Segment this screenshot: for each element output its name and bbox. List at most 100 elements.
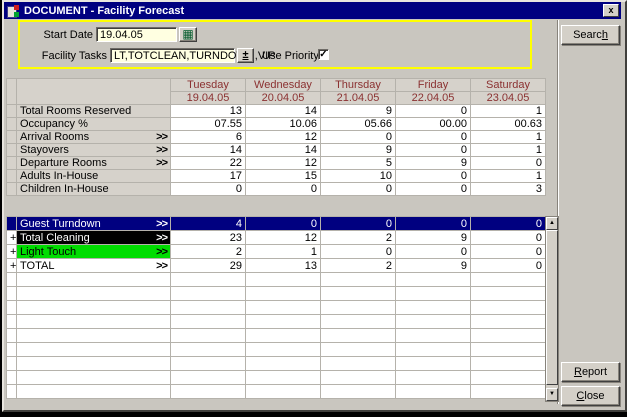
forecast-table: TuesdayWednesdayThursdayFridaySaturday19…	[6, 78, 546, 196]
task-value-cell[interactable]: 12	[246, 231, 321, 245]
row-gutter	[7, 183, 17, 196]
drill-indicator[interactable]: >>	[156, 144, 167, 156]
close-button-label: lose	[584, 390, 604, 402]
task-row[interactable]: +Light Touch>>21000	[7, 245, 546, 259]
start-date-input[interactable]: 19.04.05	[96, 27, 177, 42]
close-button[interactable]: Close	[561, 386, 620, 406]
task-value-cell[interactable]: 2	[321, 259, 396, 273]
drill-indicator[interactable]: >>	[156, 131, 167, 143]
column-header-date: 21.04.05	[321, 92, 396, 105]
forecast-row: Stayovers>>1414901	[7, 144, 546, 157]
task-value-cell[interactable]: 0	[471, 259, 546, 273]
forecast-value-cell: 14	[246, 105, 321, 118]
task-label-cell[interactable]: Total Cleaning >>	[17, 231, 171, 245]
row-label: Adults In-House	[20, 170, 98, 182]
forecast-value-cell: 0	[321, 183, 396, 196]
column-header-day: Friday	[396, 79, 471, 92]
forecast-value-cell: 0	[396, 144, 471, 157]
forecast-value-cell: 0	[396, 131, 471, 144]
expand-button	[7, 217, 17, 231]
forecast-value-cell: 0	[396, 183, 471, 196]
row-label: Departure Rooms	[20, 157, 107, 169]
use-priority-checkbox[interactable]: ✓	[318, 49, 329, 60]
task-value-cell[interactable]: 0	[471, 231, 546, 245]
task-row[interactable]: +TOTAL>>2913290	[7, 259, 546, 273]
drill-indicator[interactable]: >>	[156, 246, 167, 258]
window-close-button[interactable]: x	[603, 4, 619, 17]
task-value-cell[interactable]: 1	[246, 245, 321, 259]
expand-button[interactable]: +	[7, 245, 17, 259]
task-value-cell[interactable]: 0	[321, 245, 396, 259]
dropdown-list-icon: ±	[242, 49, 248, 61]
scroll-down-button[interactable]: ▼	[546, 388, 558, 401]
task-value-cell[interactable]: 2	[321, 231, 396, 245]
forecast-row: Departure Rooms>>2212590	[7, 157, 546, 170]
forecast-value-cell: 0	[396, 170, 471, 183]
window-title: DOCUMENT - Facility Forecast	[24, 5, 184, 17]
forecast-value-cell: 12	[246, 157, 321, 170]
task-value-cell[interactable]: 0	[471, 245, 546, 259]
forecast-value-cell: 9	[396, 157, 471, 170]
task-value-cell[interactable]: 13	[246, 259, 321, 273]
task-row[interactable]: +Total Cleaning >> 2312290	[7, 231, 546, 245]
forecast-value-cell: 1	[471, 170, 546, 183]
row-gutter	[7, 144, 17, 157]
empty-row	[7, 371, 546, 385]
task-value-cell[interactable]: 9	[396, 231, 471, 245]
task-value-cell[interactable]: 0	[396, 217, 471, 231]
search-button[interactable]: Search	[561, 25, 620, 45]
forecast-value-cell: 00.63	[471, 118, 546, 131]
expand-button[interactable]: +	[7, 231, 17, 245]
report-button[interactable]: Report	[561, 362, 620, 382]
task-label-cell[interactable]: Light Touch>>	[17, 245, 171, 259]
forecast-value-cell: 10.06	[246, 118, 321, 131]
forecast-value-cell: 1	[471, 105, 546, 118]
task-value-cell[interactable]: 23	[171, 231, 246, 245]
forecast-value-cell: 5	[321, 157, 396, 170]
drill-indicator[interactable]: >>	[156, 232, 167, 244]
drill-indicator[interactable]: >>	[156, 260, 167, 272]
task-row[interactable]: Guest Turndown>>40000	[7, 217, 546, 231]
forecast-value-cell: 14	[246, 144, 321, 157]
calendar-button[interactable]: ▦	[179, 27, 197, 42]
task-value-cell[interactable]: 4	[171, 217, 246, 231]
row-gutter	[7, 105, 17, 118]
task-value-cell[interactable]: 9	[396, 259, 471, 273]
forecast-value-cell: 07.55	[171, 118, 246, 131]
empty-row	[7, 287, 546, 301]
scroll-up-icon: ▲	[549, 220, 555, 226]
forecast-value-cell: 3	[471, 183, 546, 196]
drill-indicator[interactable]: >>	[156, 157, 167, 169]
search-button-mnemonic: h	[602, 29, 608, 41]
task-value-cell[interactable]: 0	[321, 217, 396, 231]
facility-tasks-input[interactable]: LT,TOTCLEAN,TURNDOWN,VIP	[110, 48, 235, 63]
row-label: Arrival Rooms	[20, 131, 89, 143]
column-header-date: 23.04.05	[471, 92, 546, 105]
row-label-cell: Arrival Rooms >>	[17, 131, 171, 144]
forecast-value-cell: 9	[321, 144, 396, 157]
task-value-cell[interactable]: 0	[246, 217, 321, 231]
title-bar[interactable]: DOCUMENT - Facility Forecast x	[4, 2, 621, 19]
scrollbar-thumb[interactable]	[546, 230, 558, 385]
task-label: Total Cleaning	[20, 232, 90, 244]
gutter-header	[7, 79, 17, 105]
row-label-cell: Children In-House	[17, 183, 171, 196]
expand-button[interactable]: +	[7, 259, 17, 273]
tasks-table: Guest Turndown>>40000+Total Cleaning>>23…	[6, 216, 546, 399]
task-value-cell[interactable]: 0	[396, 245, 471, 259]
report-button-mnemonic: R	[574, 366, 582, 378]
column-header-date: 19.04.05	[171, 92, 246, 105]
forecast-value-cell: 1	[471, 144, 546, 157]
scroll-up-button[interactable]: ▲	[546, 217, 558, 230]
drill-indicator[interactable]: >>	[156, 218, 167, 230]
row-gutter	[7, 170, 17, 183]
task-label-cell[interactable]: Guest Turndown>>	[17, 217, 171, 231]
task-value-cell[interactable]: 0	[471, 217, 546, 231]
task-value-cell[interactable]: 29	[171, 259, 246, 273]
forecast-value-cell: 13	[171, 105, 246, 118]
forecast-value-cell: 22	[171, 157, 246, 170]
tasks-scrollbar[interactable]: ▲ ▼	[545, 216, 559, 402]
task-value-cell[interactable]: 2	[171, 245, 246, 259]
task-label-cell[interactable]: TOTAL>>	[17, 259, 171, 273]
lov-button[interactable]: ±	[237, 48, 254, 63]
